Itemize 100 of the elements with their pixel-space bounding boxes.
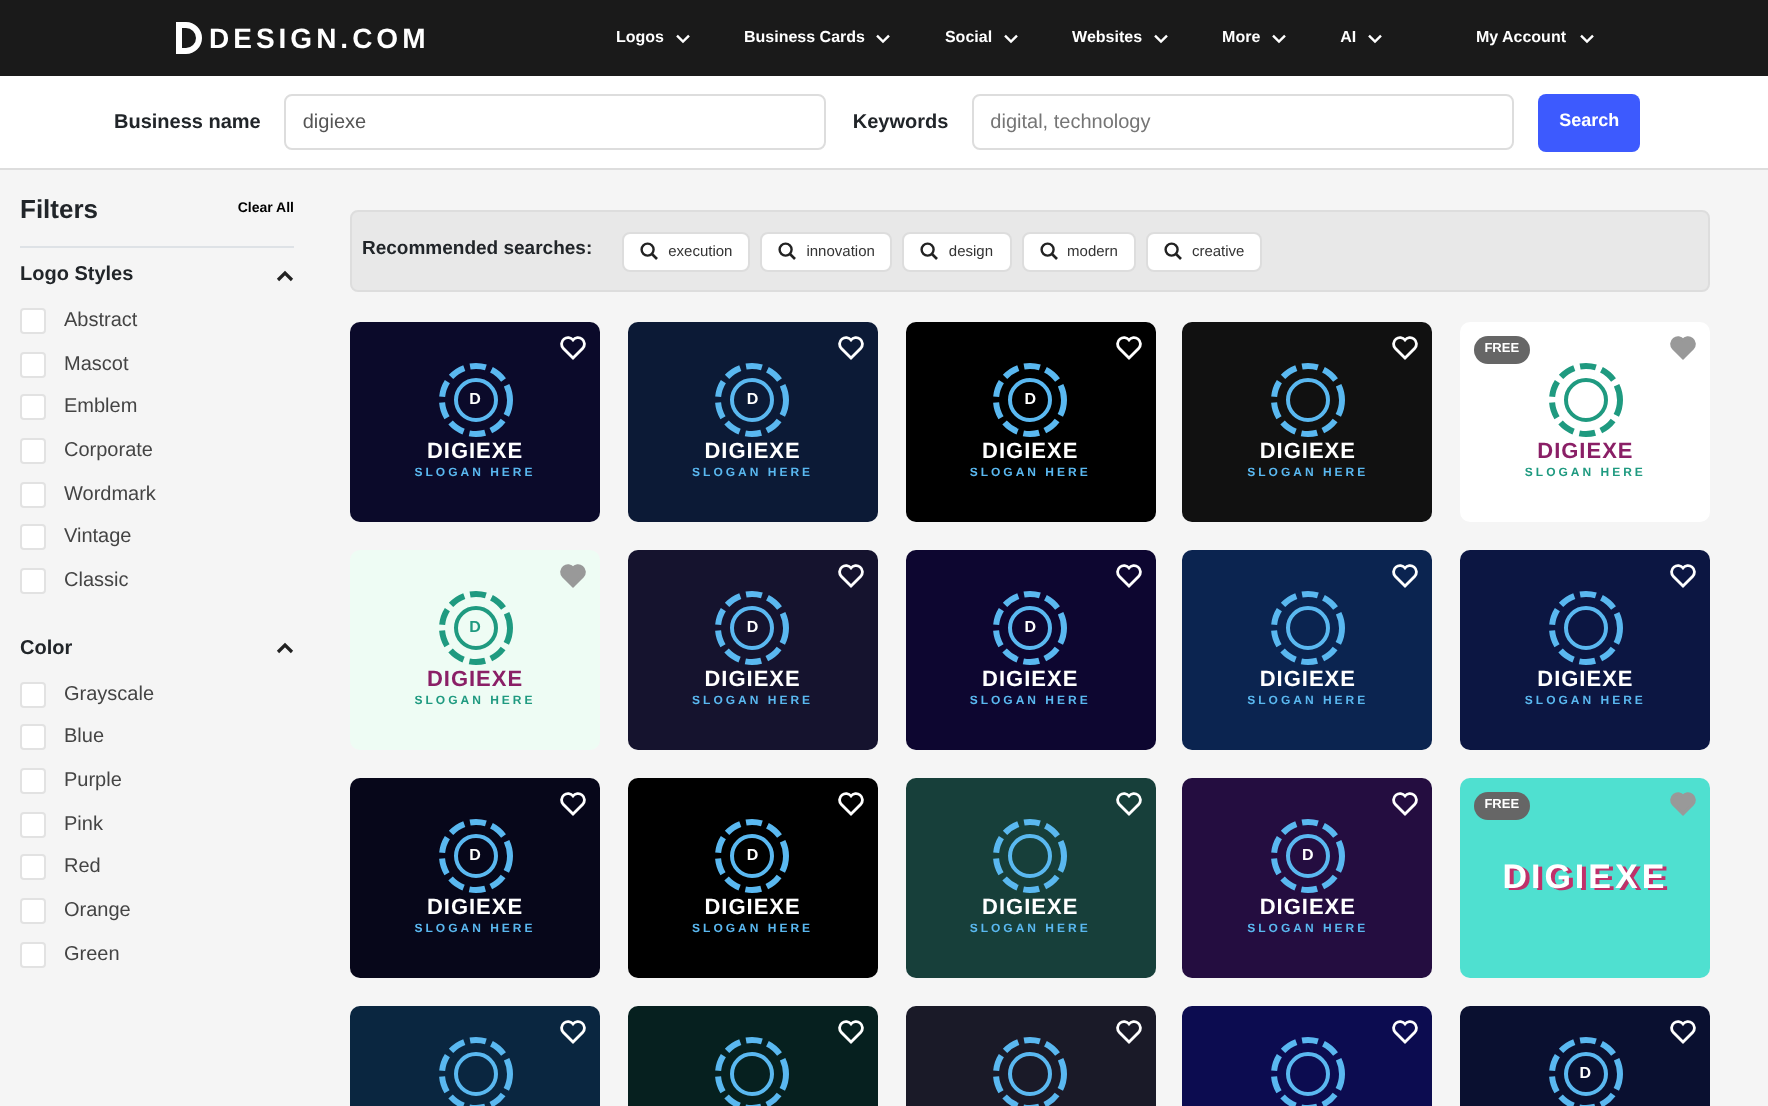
logo-initial: D [1302,844,1314,869]
logo-name: DIGIEXE [1259,896,1356,922]
logo-emblem-drawing [1545,1034,1626,1106]
logo-emblem-drawing [1267,1034,1348,1106]
filter-group-title: Color [20,635,73,664]
search-icon [778,242,797,260]
logo-name: DIGIEXE [426,440,524,466]
logo-name: DIGIEXE [704,440,801,466]
business-name-label: Business name [114,109,261,137]
checkbox[interactable] [20,854,46,881]
checkbox[interactable] [20,307,46,334]
nav-menu-item[interactable]: More [1222,26,1287,50]
checkbox[interactable] [20,681,46,708]
logo-name: DIGIEXE [1259,440,1356,466]
logo-tile[interactable]: D [1460,1006,1711,1106]
checkbox[interactable] [20,524,46,551]
chevron-down-icon [1368,33,1383,43]
logo-emblem-drawing [990,360,1071,441]
filter-option-label: Red [64,854,101,883]
logo-emblem-drawing [1267,360,1348,441]
checkbox[interactable] [20,567,46,594]
checkbox[interactable] [20,394,46,421]
logo-name: DIGIEXE [982,896,1079,922]
logo-emblem-drawing [712,816,793,897]
chevron-down-icon [1578,33,1596,43]
logo-emblem-drawing [990,816,1071,897]
checkbox[interactable] [20,768,46,795]
search-icon [1039,242,1058,260]
logo-name: DIGIEXE [704,668,801,694]
logo-initial: D [746,844,759,869]
keywords-field[interactable]: digital, technology [972,94,1515,150]
logo-emblem-drawing [712,1034,793,1106]
checkbox[interactable] [20,898,46,925]
filter-option-label: Green [64,941,120,970]
search-icon [640,242,659,260]
checkbox[interactable] [20,351,46,378]
search-icon [1163,242,1182,260]
nav-menu-item[interactable]: AI [1340,26,1383,50]
nav-menu-item[interactable]: Logos [616,26,690,50]
logo-emblem-drawing [990,1034,1071,1106]
logo-name: DIGIEXE [1537,440,1634,466]
logo-initial: D [1579,1062,1592,1086]
filter-option-label: Corporate [64,437,153,466]
logo-icon [172,20,204,56]
logo-emblem-drawing [1267,816,1348,897]
logo-initial: D [1024,616,1036,641]
filter-group-title: Logo Styles [20,262,134,290]
logo-name: DIGIEXE [704,896,801,922]
filter-option-label: Orange [64,898,131,927]
logo-name: DIGIEXE [426,668,524,694]
logo-name: DIGIEXE [982,668,1079,694]
filters-title: Filters [20,192,99,228]
logo-name: DIGIEXE [1259,668,1356,694]
chevron-up-icon[interactable] [276,269,294,281]
logo-name: DIGIEXE [1502,859,1669,897]
logo-name: DIGIEXE [1537,668,1634,694]
business-name-field[interactable]: digiexe [284,94,827,150]
checkbox[interactable] [20,811,46,838]
filter-option-label: Wordmark [64,481,156,510]
logo-emblem-drawing [1545,360,1626,441]
account-menu[interactable]: My Account [1475,26,1596,50]
keywords-label: Keywords [852,109,949,137]
filter-option-label: Grayscale [64,681,155,710]
filter-option-label: Classic [64,567,129,596]
logo-emblem-drawing [990,588,1071,669]
brand-name[interactable]: DESIGN.COM [209,17,430,59]
checkbox[interactable] [20,481,46,508]
logo-initial: D [746,616,759,641]
logo-emblem-drawing [435,1034,515,1106]
checkbox[interactable] [20,724,46,751]
chevron-down-icon [1004,33,1019,43]
filter-option-label: Pink [64,811,103,840]
logo-initial: D [469,388,481,413]
search-button[interactable]: Search [1538,93,1641,151]
filter-option-label: Emblem [64,394,138,423]
logo-initial: D [469,616,481,641]
nav-menu-item[interactable]: Social [944,26,1019,50]
nav-menu-item[interactable]: Websites [1072,26,1169,50]
chevron-up-icon[interactable] [276,642,294,655]
logo-emblem-drawing [1545,588,1626,669]
recommended-searches-label: Recommended searches: [362,236,593,265]
chevron-down-icon [1154,33,1169,43]
filter-option-label: Blue [64,724,105,753]
checkbox[interactable] [20,941,46,968]
logo-initial: D [1024,388,1036,413]
filter-option-label: Mascot [64,351,129,380]
filter-option-label: Purple [64,768,122,797]
logo-initial: D [746,388,759,413]
chevron-down-icon [676,33,690,43]
checkbox[interactable] [20,437,46,464]
filter-option-label: Vintage [64,524,132,553]
logo-emblem-drawing [435,588,515,669]
logo-emblem-drawing [1267,588,1348,669]
logo-name: DIGIEXE [982,440,1079,466]
chevron-down-icon [876,33,891,43]
logo-emblem-drawing [712,360,793,441]
logo-emblem-drawing [435,360,515,441]
search-icon [920,242,939,260]
nav-menu-item[interactable]: Business Cards [744,26,891,50]
logo-name: DIGIEXE [426,896,524,922]
